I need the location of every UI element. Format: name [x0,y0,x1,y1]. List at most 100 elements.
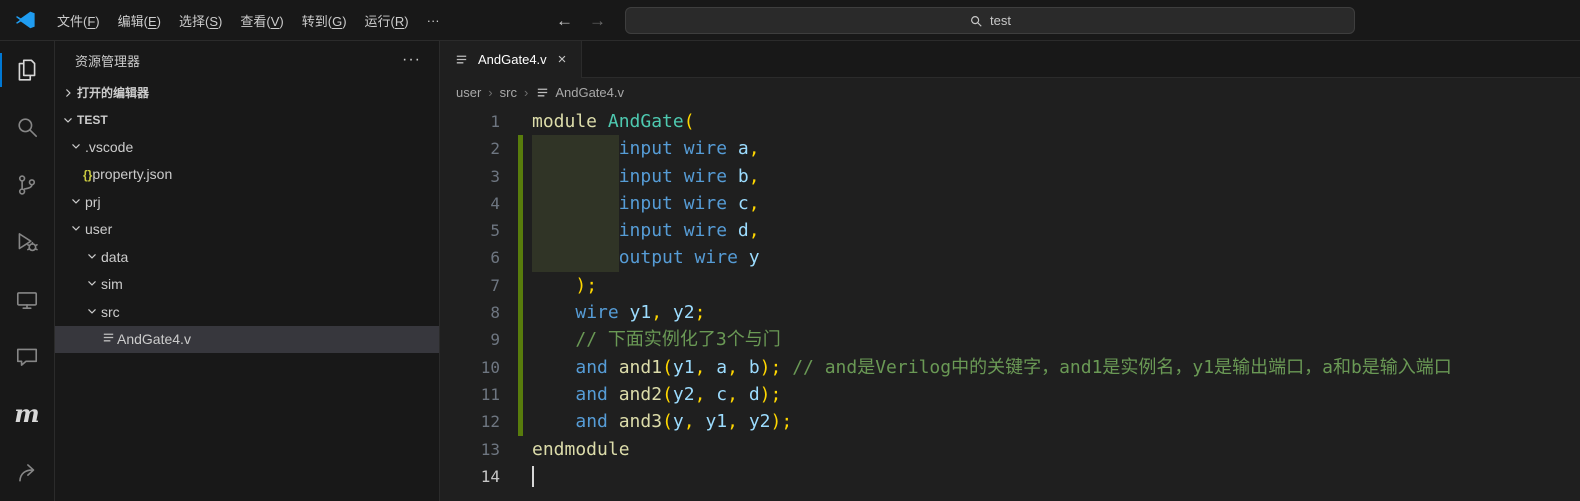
menu-bar: 文件(F) 编辑(E) 选择(S) 查看(V) 转到(G) 运行(R) ··· [48,7,449,34]
breadcrumb: user › src › AndGate4.v [440,78,1580,106]
vscode-logo-icon [14,9,36,31]
code-line-14[interactable]: 14 [440,463,1580,490]
chevron-separator-icon: › [523,84,529,100]
chevron-down-icon [67,193,85,211]
activity-model-tool[interactable]: m [0,386,55,444]
tree-item-andgate4-v[interactable]: AndGate4.v [55,325,439,353]
line-number: 12 [480,412,500,432]
line-content [500,463,534,490]
code-line-10[interactable]: 10 and and1(y1, a, b); // and是Verilog中的关… [440,354,1580,381]
code-line-1[interactable]: 1 module AndGate( [440,108,1580,135]
code-line-5[interactable]: 5 input wire d, [440,217,1580,244]
chevron-down-icon [83,248,101,266]
breadcrumb-item-src[interactable]: src [500,85,517,100]
chevron-right-icon [59,85,77,101]
code-line-8[interactable]: 8 wire y1, y2; [440,299,1580,326]
workspace-section[interactable]: TEST [55,106,439,133]
breadcrumb-item-andgate4-v[interactable]: AndGate4.v [535,85,624,100]
line-number: 8 [490,303,500,323]
code-line-2[interactable]: 2 input wire a, [440,135,1580,162]
activity-remote-explorer[interactable] [0,271,55,329]
tree-item-label: .vscode [85,138,134,155]
tree-item-label: src [101,303,120,320]
code-line-13[interactable]: 13 endmodule [440,436,1580,463]
tree-item-data[interactable]: data [55,243,439,271]
code-line-12[interactable]: 12 and and3(y, y1, y2); [440,408,1580,435]
menu-item-3[interactable]: 查看(V) [231,7,292,34]
editor-group: AndGate4.v × user › src › AndGate4.v 1 module… [440,41,1580,501]
menu-item-0[interactable]: 文件(F) [48,7,109,34]
tab-andgate4[interactable]: AndGate4.v × [440,41,583,78]
open-editors-section[interactable]: 打开的编辑器 [55,79,439,106]
code-line-4[interactable]: 4 input wire c, [440,190,1580,217]
tree-item-label: AndGate4.v [117,331,191,348]
tree-item-user[interactable]: user [55,216,439,244]
code-line-6[interactable]: 6 output wire y [440,244,1580,271]
monitor-icon [14,287,40,313]
close-icon[interactable]: × [555,50,570,69]
code-area[interactable]: 1 module AndGate(2 input wire a, 3 input w… [440,106,1580,501]
command-center-search[interactable]: test [625,7,1355,34]
tab-label: AndGate4.v [478,52,547,67]
activity-comments[interactable] [0,329,55,387]
chevron-separator-icon: › [488,84,493,100]
explorer-icon [14,57,40,83]
search-icon [969,14,983,28]
line-content: ); [575,274,598,296]
line-number: 2 [490,139,500,159]
source-control-icon [14,172,40,198]
line-content: wire y1, y2; [575,302,706,324]
line-content: input wire d, [618,220,760,242]
more-actions-icon[interactable]: ··· [402,51,421,69]
menu-item-5[interactable]: 运行(R) [356,7,418,34]
activity-share[interactable] [0,444,55,501]
line-number: 5 [490,221,500,241]
search-query: test [990,13,1011,28]
tree-item-label: sim [101,276,123,293]
tab-bar: AndGate4.v × [440,41,1580,78]
code-line-9[interactable]: 9 // 下面实例化了3个与门 [440,326,1580,353]
tree-item-property-json[interactable]: {} property.json [55,161,439,189]
line-number: 13 [480,439,500,459]
tree-item-src[interactable]: src [55,298,439,326]
code-line-11[interactable]: 11 and and2(y2, c, d); [440,381,1580,408]
activity-explorer[interactable] [0,41,55,99]
nav-forward-icon[interactable]: → [589,11,606,31]
line-content: input wire b, [618,165,760,187]
code-line-7[interactable]: 7 ); [440,272,1580,299]
breadcrumb-item-user[interactable]: user [456,85,481,100]
activity-bar: m [0,41,55,501]
tree-item-label: data [101,248,129,265]
m-logo-icon: m [14,399,40,429]
line-content: module AndGate( [532,111,695,132]
chevron-down-icon [67,220,85,238]
search-icon [14,114,40,140]
line-number: 3 [490,166,500,186]
menu-item-1[interactable]: 编辑(E) [109,7,170,34]
nav-arrows: ← → [556,0,606,41]
code-line-3[interactable]: 3 input wire b, [440,163,1580,190]
file-lines-icon [535,85,550,100]
activity-search[interactable] [0,99,55,157]
chevron-down-icon [83,275,101,293]
activity-source-control[interactable] [0,156,55,214]
workspace-label: TEST [77,112,108,127]
line-content: and and3(y, y1, y2); [575,411,793,433]
line-number: 10 [480,357,500,377]
tree-item-label: user [85,221,113,238]
tree-item--vscode[interactable]: .vscode [55,133,439,161]
line-content: // 下面实例化了3个与门 [575,329,781,351]
line-number: 7 [490,275,500,295]
tree-item-prj[interactable]: prj [55,188,439,216]
line-number: 4 [490,193,500,213]
menu-item-6[interactable]: ··· [418,9,449,32]
nav-back-icon[interactable]: ← [556,11,573,31]
file-tree: .vscode {} property.json prj user data sim src A… [55,133,439,353]
line-number: 1 [490,112,500,131]
menu-item-2[interactable]: 选择(S) [170,7,231,34]
activity-run-and-debug[interactable] [0,214,55,272]
menu-item-4[interactable]: 转到(G) [293,7,356,34]
tree-item-sim[interactable]: sim [55,271,439,299]
run-debug-icon [14,229,40,255]
json-file-icon: {} [83,168,93,183]
